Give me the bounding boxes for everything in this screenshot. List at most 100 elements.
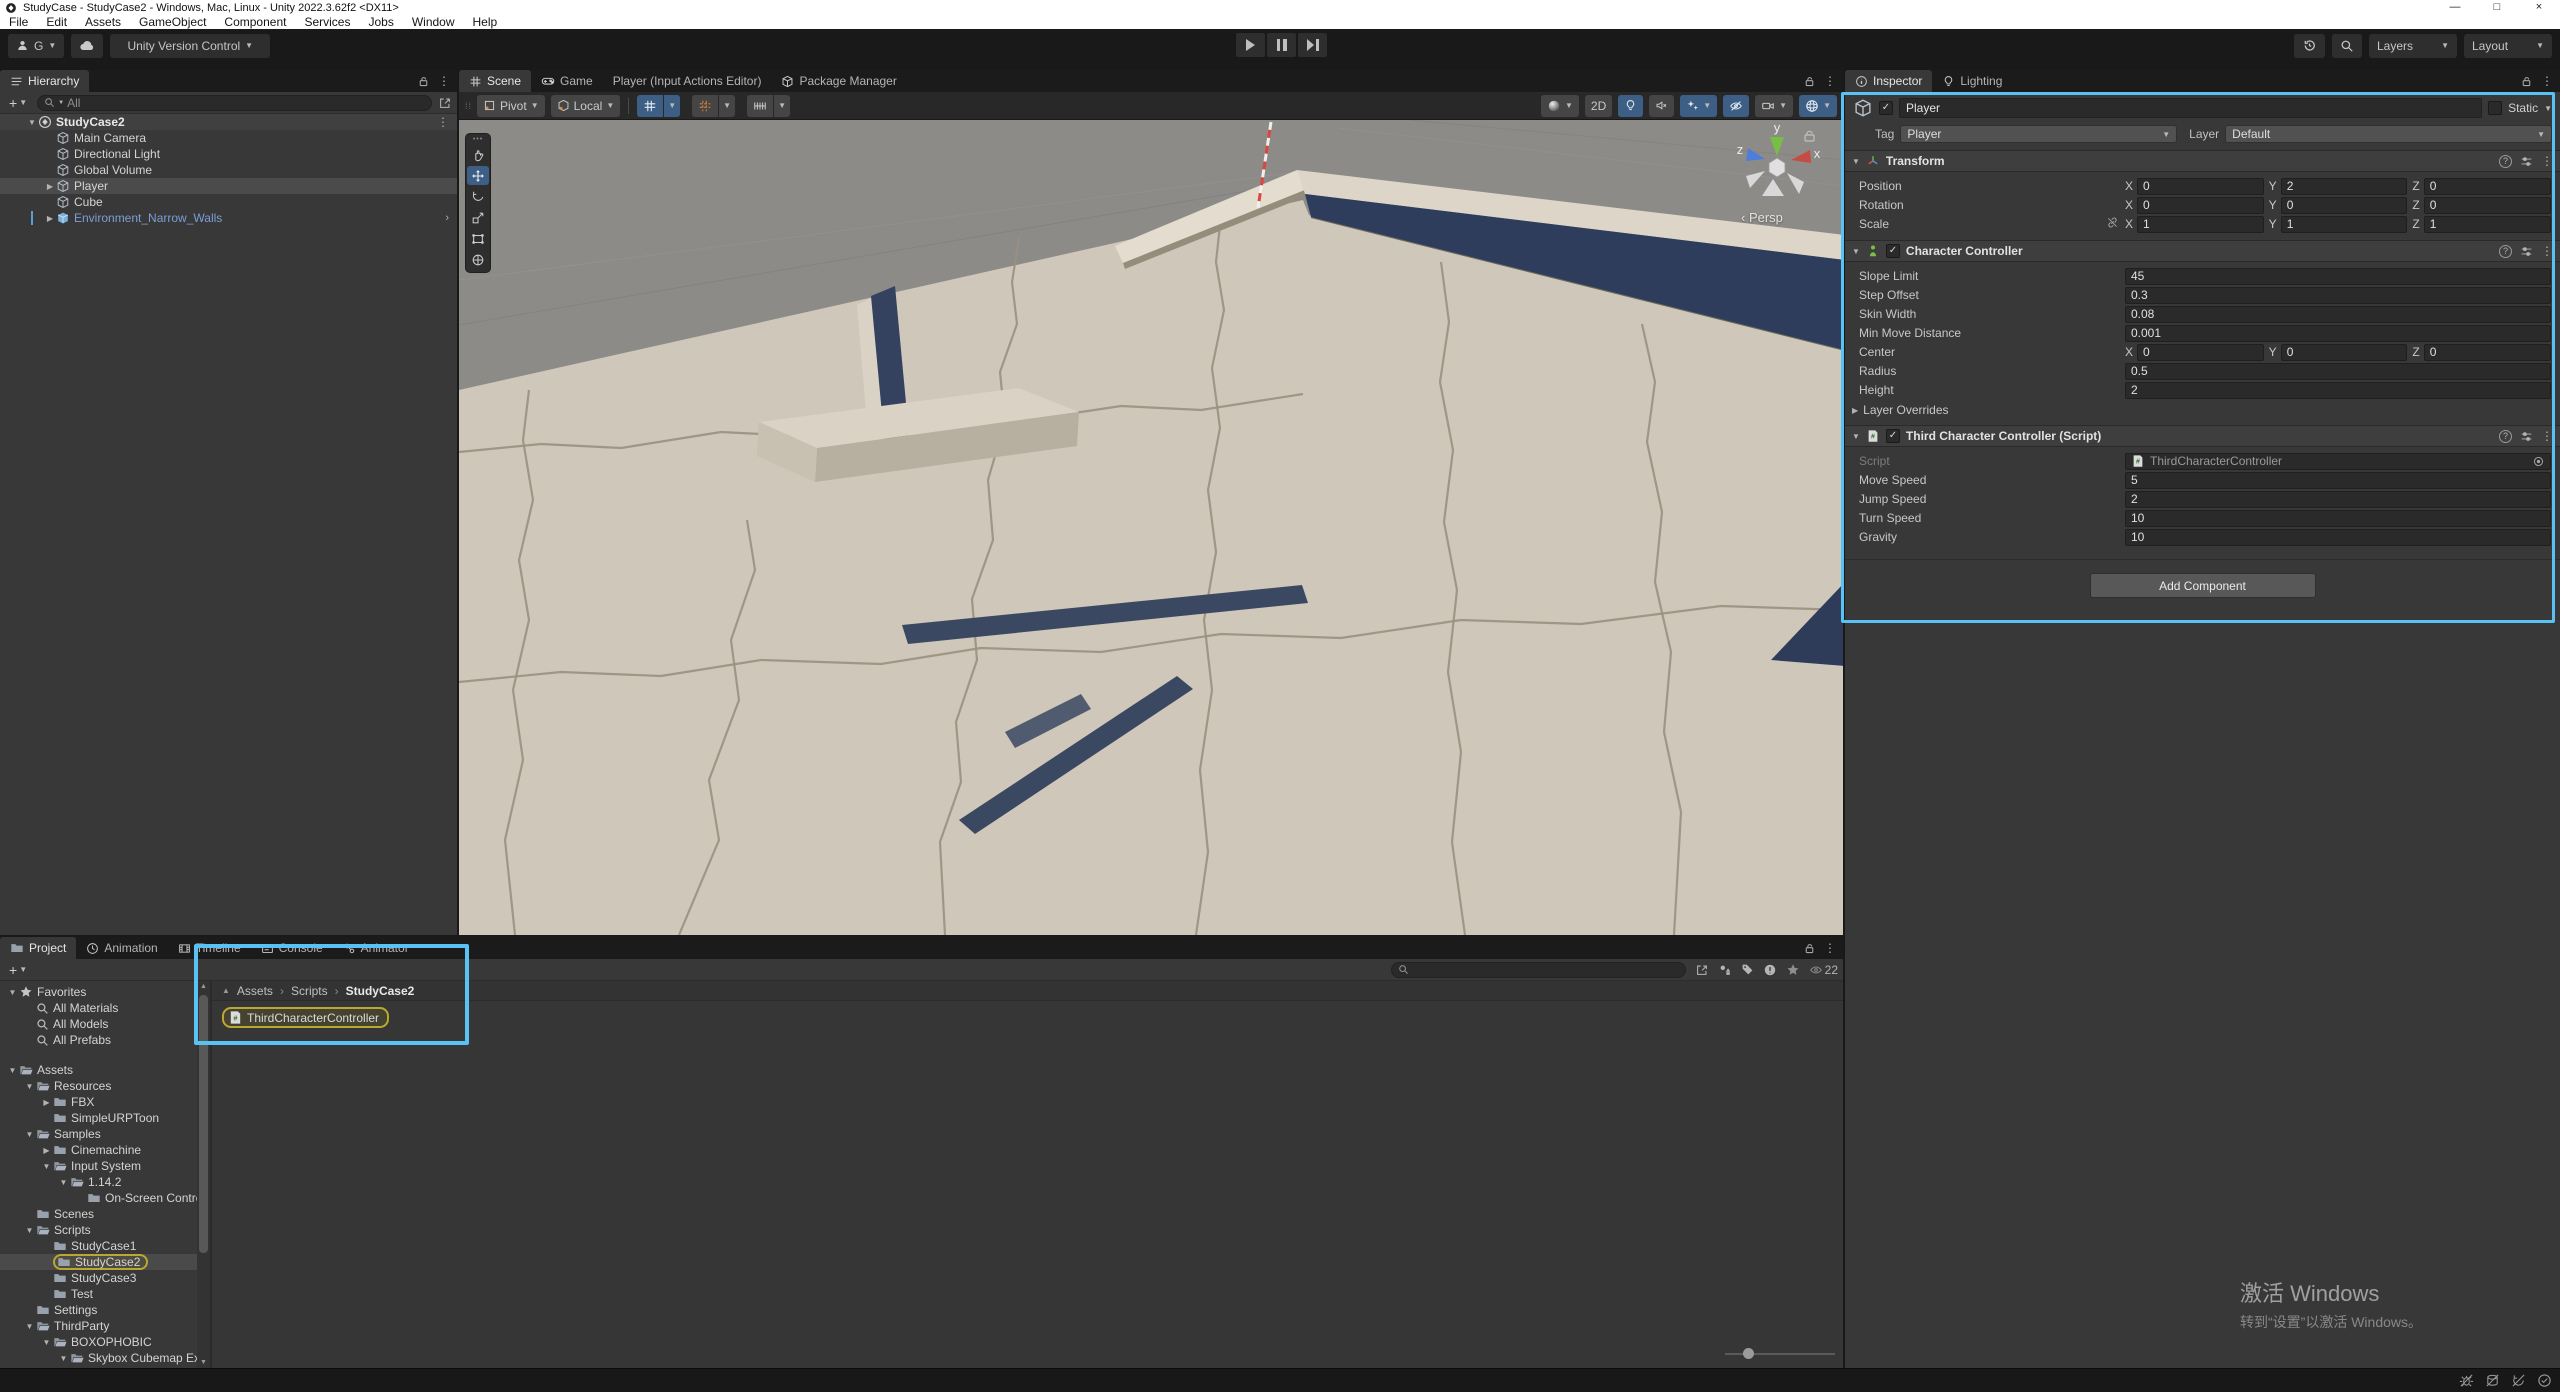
foldout-arrow-icon[interactable]: ▼	[23, 1322, 36, 1331]
menu-file[interactable]: File	[0, 15, 37, 29]
project-tree-fbx[interactable]: ▶FBX	[0, 1094, 197, 1110]
foldout-arrow-icon[interactable]: ▼	[23, 1082, 36, 1091]
axis-x-field[interactable]: 0	[2137, 344, 2264, 361]
view-tool-button[interactable]	[467, 145, 489, 164]
help-icon[interactable]: ?	[2499, 245, 2512, 258]
scroll-up-icon[interactable]: ▲	[197, 983, 210, 990]
transform-header[interactable]: ▼ Transform ? ⋮	[1845, 150, 2560, 172]
project-tree-test[interactable]: Test	[0, 1286, 197, 1302]
project-tree-all-models[interactable]: All Models	[0, 1016, 197, 1032]
presets-icon[interactable]	[2520, 245, 2533, 258]
value-field[interactable]: 2	[2125, 491, 2551, 508]
hierarchy-scene-row[interactable]: ▼StudyCase2⋮	[0, 114, 457, 130]
alert-icon[interactable]	[1763, 963, 1777, 977]
object-field[interactable]: #ThirdCharacterController	[2125, 453, 2551, 470]
account-button[interactable]: G ▼	[8, 34, 64, 58]
prefab-open-chevron[interactable]: ›	[445, 212, 449, 224]
breadcrumb-assets[interactable]: Assets	[237, 984, 273, 998]
local-dropdown[interactable]: Local ▼	[551, 95, 621, 117]
foldout-arrow-icon[interactable]: ▶	[40, 1098, 53, 1107]
2d-toggle-button[interactable]: 2D	[1585, 95, 1612, 117]
snap-increment-dropdown[interactable]: ▼	[719, 95, 735, 117]
component-menu-icon[interactable]: ⋮	[2541, 429, 2553, 443]
project-search-input[interactable]	[1391, 962, 1686, 978]
inspector-tab-lighting[interactable]: Lighting	[1932, 70, 2012, 92]
breadcrumb-studycase2[interactable]: StudyCase2	[346, 984, 415, 998]
value-field[interactable]: 0.001	[2125, 325, 2551, 342]
project-tree-cinemachine[interactable]: ▶Cinemachine	[0, 1142, 197, 1158]
add-component-button[interactable]: Add Component	[2090, 573, 2316, 598]
tab-hierarchy[interactable]: Hierarchy	[0, 70, 89, 92]
axis-z-field[interactable]: 0	[2424, 344, 2551, 361]
tag-dropdown[interactable]: Player▼	[1900, 125, 2177, 143]
snap-increment-button[interactable]	[692, 95, 718, 117]
filter-by-label-icon[interactable]	[1741, 963, 1754, 976]
foldout-arrow-icon[interactable]: ▶	[44, 214, 56, 223]
character-controller-header[interactable]: ▼ ✓ Character Controller ? ⋮	[1845, 240, 2560, 262]
help-icon[interactable]: ?	[2499, 430, 2512, 443]
object-picker-icon[interactable]	[2532, 455, 2545, 468]
foldout-arrow-icon[interactable]: ▶	[44, 182, 56, 191]
view-tab-scene[interactable]: Scene	[459, 70, 531, 92]
grid-visibility-dropdown[interactable]: ▼	[664, 95, 680, 117]
component-menu-icon[interactable]: ⋮	[2541, 244, 2553, 258]
rect-tool-button[interactable]	[467, 229, 489, 248]
foldout-arrow-icon[interactable]: ▼	[1852, 247, 1860, 256]
bottom-tab-console[interactable]: Console	[251, 937, 333, 959]
maximize-button[interactable]: □	[2476, 0, 2518, 15]
axis-y-field[interactable]: 0	[2281, 344, 2408, 361]
axis-z-field[interactable]: 1	[2424, 216, 2551, 233]
menu-component[interactable]: Component	[215, 15, 295, 29]
drag-handle-icon[interactable]: •••	[473, 136, 483, 144]
project-tree-settings[interactable]: Settings	[0, 1302, 197, 1318]
panel-menu-icon[interactable]: ⋮	[1824, 941, 1836, 955]
lock-icon[interactable]	[2520, 75, 2533, 88]
hierarchy-item-main-camera[interactable]: Main Camera	[0, 130, 457, 146]
hidden-objects-toggle[interactable]	[1723, 95, 1749, 117]
axis-x-field[interactable]: 0	[2137, 178, 2264, 195]
project-tree-boxophobic[interactable]: ▼BOXOPHOBIC	[0, 1334, 197, 1350]
project-tree-scripts[interactable]: ▼Scripts	[0, 1222, 197, 1238]
foldout-arrow-icon[interactable]: ▼	[23, 1130, 36, 1139]
gizmos-dropdown[interactable]: ▼	[1799, 95, 1837, 117]
foldout-arrow-icon[interactable]: ▼	[57, 1178, 70, 1187]
bottom-tab-timeline[interactable]: Timeline	[168, 937, 251, 959]
scene-viewport[interactable]: y x z ••• ‹ Persp	[459, 120, 1845, 935]
component-menu-icon[interactable]: ⋮	[2541, 154, 2553, 168]
foldout-arrow-icon[interactable]: ▼	[26, 118, 38, 127]
foldout-arrow-icon[interactable]: ▼	[57, 1354, 70, 1363]
version-control-button[interactable]: Unity Version Control ▼	[110, 34, 270, 58]
thumbnail-size-slider[interactable]	[1725, 1348, 1835, 1360]
value-field[interactable]: 45	[2125, 268, 2551, 285]
script-component-header[interactable]: ▼ # ✓ Third Character Controller (Script…	[1845, 425, 2560, 447]
presets-icon[interactable]	[2520, 155, 2533, 168]
grid-visibility-button[interactable]	[637, 95, 663, 117]
foldout-arrow-icon[interactable]: ▼	[1852, 432, 1860, 441]
grid-size-dropdown[interactable]: ▼	[774, 95, 790, 117]
play-button[interactable]	[1236, 33, 1265, 57]
gameobject-cube-icon[interactable]	[1853, 98, 1873, 118]
panel-menu-icon[interactable]: ⋮	[1824, 74, 1836, 88]
view-tab-game[interactable]: Game	[531, 70, 603, 92]
project-content-area[interactable]: ▲ Assets›Scripts›StudyCase2 # ThirdChara…	[212, 981, 1843, 1368]
axis-z-field[interactable]: 0	[2424, 197, 2551, 214]
menu-gameobject[interactable]: GameObject	[130, 15, 215, 29]
project-tree-all-prefabs[interactable]: All Prefabs	[0, 1032, 197, 1048]
breadcrumb-scripts[interactable]: Scripts	[291, 984, 328, 998]
view-tab-package-manager[interactable]: Package Manager	[771, 70, 906, 92]
help-icon[interactable]: ?	[2499, 155, 2512, 168]
scroll-down-icon[interactable]: ▼	[197, 1359, 210, 1366]
layer-dropdown[interactable]: Default▼	[2225, 125, 2552, 143]
project-tree-scenes[interactable]: Scenes	[0, 1206, 197, 1222]
menu-window[interactable]: Window	[403, 15, 464, 29]
project-tree-all-materials[interactable]: All Materials	[0, 1000, 197, 1016]
auto-refresh-disabled-icon[interactable]	[2511, 1373, 2526, 1388]
lock-icon[interactable]	[417, 75, 430, 88]
static-checkbox[interactable]: ✓	[2488, 101, 2502, 115]
menu-help[interactable]: Help	[464, 15, 507, 29]
gizmo-y-label[interactable]: y	[1774, 120, 1781, 135]
step-button[interactable]	[1298, 33, 1327, 57]
menu-edit[interactable]: Edit	[37, 15, 76, 29]
layers-dropdown[interactable]: Layers ▼	[2369, 34, 2457, 58]
popout-icon[interactable]	[438, 96, 452, 110]
